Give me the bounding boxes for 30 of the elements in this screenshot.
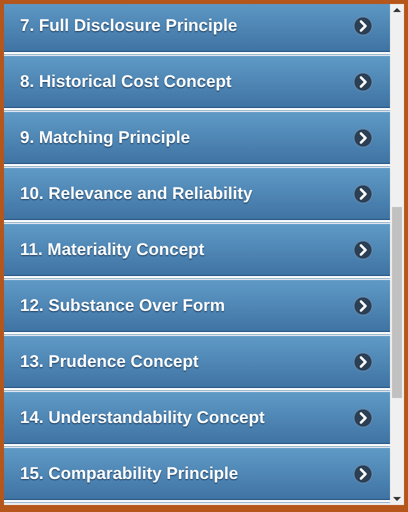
chevron-right-icon (353, 72, 373, 92)
item-label: 13. Prudence Concept (20, 352, 199, 372)
list-item[interactable]: 15. Comparability Principle (4, 448, 390, 500)
item-label: 14. Understandability Concept (20, 408, 265, 428)
item-label: 9. Matching Principle (20, 128, 190, 148)
item-label: 8. Historical Cost Concept (20, 72, 232, 92)
list-item[interactable]: 12. Substance Over Form (4, 280, 390, 332)
chevron-right-icon (353, 352, 373, 372)
item-label: 7. Full Disclosure Principle (20, 16, 238, 36)
scroll-up-icon[interactable] (393, 8, 401, 12)
chevron-right-icon (353, 408, 373, 428)
scrollbar-thumb[interactable] (392, 206, 402, 398)
chevron-right-icon (353, 464, 373, 484)
scroll-down-icon[interactable] (393, 497, 401, 501)
list-item[interactable]: 11. Materiality Concept (4, 224, 390, 276)
list-item[interactable]: 8. Historical Cost Concept (4, 56, 390, 108)
list-item[interactable]: 14. Understandability Concept (4, 392, 390, 444)
item-label: 11. Materiality Concept (20, 240, 204, 260)
list-item[interactable]: 7. Full Disclosure Principle (4, 4, 390, 52)
chevron-right-icon (353, 240, 373, 260)
chevron-right-icon (353, 296, 373, 316)
item-label: 15. Comparability Principle (20, 464, 238, 484)
list-item[interactable]: 9. Matching Principle (4, 112, 390, 164)
item-label: 10. Relevance and Reliability (20, 184, 252, 204)
chevron-right-icon (353, 128, 373, 148)
list-item[interactable]: 13. Prudence Concept (4, 336, 390, 388)
chevron-right-icon (353, 16, 373, 36)
list-item[interactable]: 10. Relevance and Reliability (4, 168, 390, 220)
chevron-right-icon (353, 184, 373, 204)
item-label: 12. Substance Over Form (20, 296, 226, 316)
